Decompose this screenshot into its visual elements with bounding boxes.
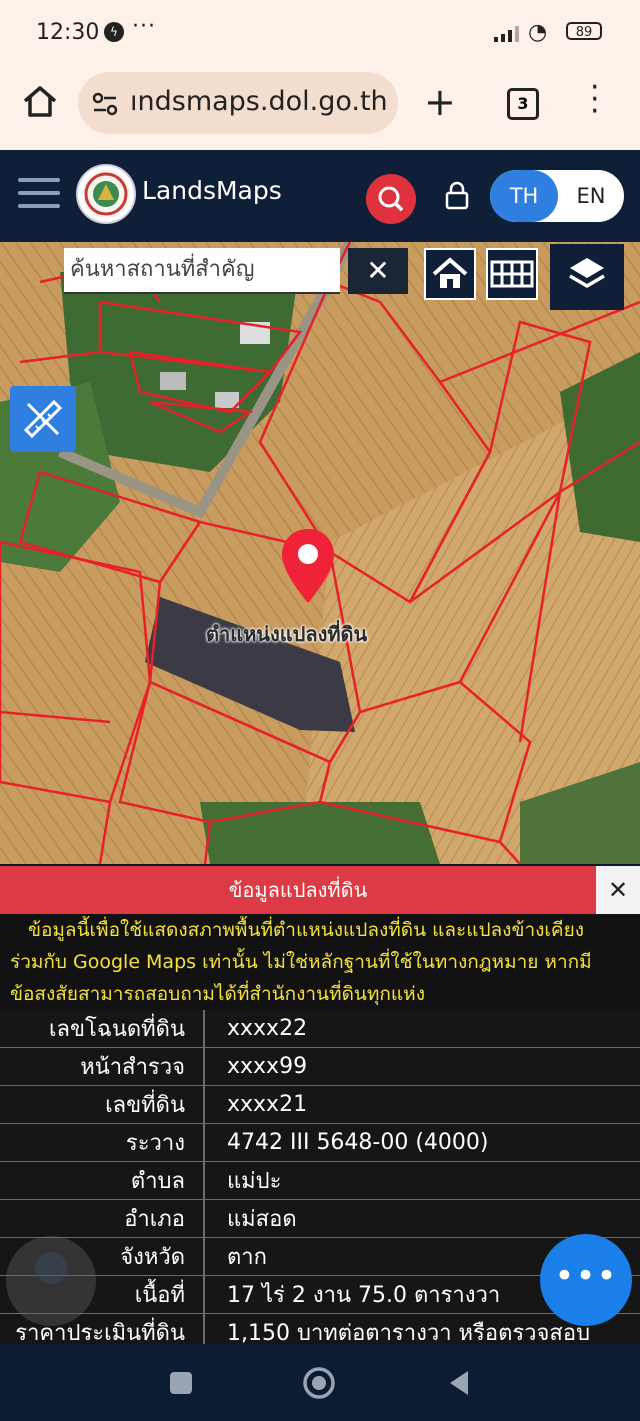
row-label: อำเภอ (0, 1199, 205, 1238)
back-nav-icon[interactable] (446, 1368, 472, 1398)
layers-button[interactable] (550, 244, 624, 310)
measure-tool-button[interactable] (10, 386, 76, 452)
info-icon (35, 1252, 67, 1284)
location-pin-icon[interactable] (280, 527, 336, 605)
notice-line: ข้อมูลนี้เพื่อใช้แสดงสภาพพื้นที่ตำแหน่งแ… (28, 919, 585, 941)
search-button[interactable] (366, 174, 416, 224)
table-row: ตำบล แม่ปะ (0, 1161, 640, 1200)
row-label: ระวาง (0, 1123, 205, 1162)
home-icon[interactable] (20, 82, 60, 122)
language-toggle: TH EN (490, 170, 624, 222)
app-header: LandsMaps TH EN (0, 150, 640, 242)
wifi-icon: ◔ (528, 20, 548, 45)
parcel-info-header: ข้อมูลแปลงที่ดิน (0, 866, 596, 914)
grid-icon (490, 260, 534, 288)
kebab-menu-icon[interactable]: · · · (590, 73, 600, 127)
notice-line: ร่วมกับ Google Maps เท่านั้น ไม่ใช่หลักฐ… (10, 951, 592, 973)
hamburger-icon[interactable] (18, 178, 60, 210)
info-button[interactable] (6, 1236, 96, 1326)
status-time: 12:30 (36, 20, 100, 45)
square-nav-icon[interactable] (168, 1370, 194, 1396)
layers-icon (569, 258, 605, 289)
lang-en-button[interactable]: EN (558, 170, 624, 222)
ruler-pencil-icon (23, 399, 63, 439)
disclaimer-notice: ข้อมูลนี้เพื่อใช้แสดงสภาพพื้นที่ตำแหน่งแ… (0, 914, 640, 1010)
lang-th-button[interactable]: TH (490, 170, 558, 222)
search-icon (378, 186, 404, 212)
map-home-icon (432, 257, 468, 288)
app-title: LandsMaps (142, 176, 282, 205)
system-nav-bar (0, 1344, 640, 1421)
row-value: แม่สอด (204, 1199, 640, 1238)
url-text[interactable]: ındsmaps.dol.go.th (130, 86, 390, 117)
table-row: หน้าสำรวจ xxxx99 (0, 1047, 640, 1086)
row-label: หน้าสำรวจ (0, 1047, 205, 1086)
place-search-input[interactable]: ค้นหาสถานที่สำคัญ (64, 248, 340, 294)
notice-line: ข้อสงสัยสามารถสอบถามได้ที่สำนักงานที่ดิน… (10, 983, 425, 1005)
more-actions-button[interactable]: ••• (540, 1234, 632, 1326)
plus-icon[interactable]: + (424, 82, 456, 122)
table-row: ระวาง 4742 III 5648-00 (4000) (0, 1123, 640, 1162)
department-logo (76, 164, 136, 224)
battery-indicator: 89 (566, 22, 602, 40)
table-row: อำเภอ แม่สอด (0, 1199, 640, 1238)
row-value: 4742 III 5648-00 (4000) (204, 1123, 640, 1162)
circle-nav-icon[interactable] (302, 1366, 336, 1400)
more-notifications-icon: ··· (132, 14, 156, 39)
row-value: แม่ปะ (204, 1161, 640, 1200)
row-label: เลขโฉนดที่ดิน (0, 1010, 205, 1048)
tabs-icon[interactable]: 3 (507, 88, 539, 120)
map-home-button[interactable] (424, 248, 476, 300)
status-bar: 12:30 ϟ ··· ◔ 89 (0, 0, 640, 64)
row-value: xxxx22 (204, 1010, 640, 1048)
map-grid-button[interactable] (486, 248, 538, 300)
address-bar[interactable]: ındsmaps.dol.go.th (78, 72, 398, 134)
row-label: ตำบล (0, 1161, 205, 1200)
clear-search-button[interactable]: ✕ (348, 248, 408, 294)
close-panel-button[interactable]: ✕ (596, 866, 640, 914)
row-label: เลขที่ดิน (0, 1085, 205, 1124)
messenger-icon: ϟ (104, 22, 124, 42)
signal-icon (494, 26, 519, 42)
tune-icon[interactable] (92, 92, 118, 116)
row-value: xxxx21 (204, 1085, 640, 1124)
row-value: xxxx99 (204, 1047, 640, 1086)
table-row: เลขที่ดิน xxxx21 (0, 1085, 640, 1124)
browser-toolbar: ındsmaps.dol.go.th + 3 · · · (0, 64, 640, 150)
table-row: เลขโฉนดที่ดิน xxxx22 (0, 1010, 640, 1048)
lock-icon[interactable] (444, 180, 470, 210)
pin-label: ตำแหน่งแปลงที่ดิน (206, 622, 368, 646)
